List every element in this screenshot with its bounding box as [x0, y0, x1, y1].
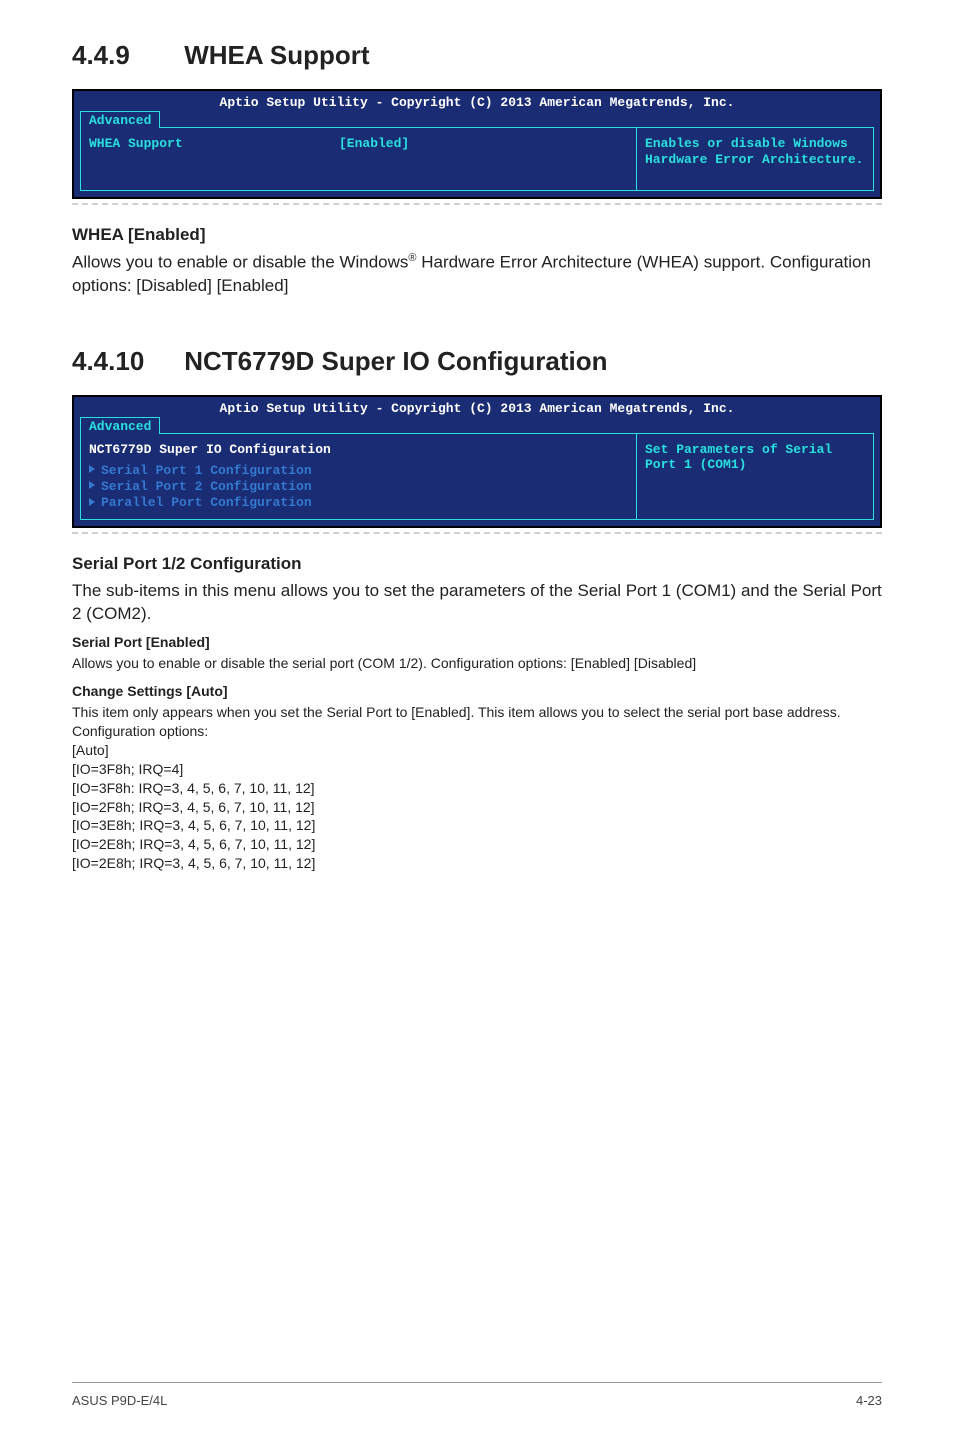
serialport-paragraph: The sub-items in this menu allows you to… — [72, 580, 882, 626]
whea-paragraph: Allows you to enable or disable the Wind… — [72, 251, 882, 298]
bios-help-pane: Enables or disable Windows Hardware Erro… — [637, 128, 873, 190]
change-settings-opt: [IO=2E8h; IRQ=3, 4, 5, 6, 7, 10, 11, 12] — [72, 835, 882, 854]
subheading-serialport: Serial Port 1/2 Configuration — [72, 554, 882, 574]
change-settings-opt: [Auto] — [72, 741, 882, 760]
bios-help-text: Set Parameters of Serial Port 1 (COM1) — [645, 442, 832, 473]
divider — [72, 532, 882, 534]
section-number: 4.4.9 — [72, 40, 177, 71]
section-number: 4.4.10 — [72, 346, 177, 377]
section-title: WHEA Support — [184, 40, 369, 70]
bios-body: NCT6779D Super IO Configuration Serial P… — [80, 433, 874, 521]
bios-menu-serial2[interactable]: Serial Port 2 Configuration — [89, 479, 628, 495]
bios-title-row: Aptio Setup Utility - Copyright (C) 2013… — [74, 91, 880, 110]
bios-title-row: Aptio Setup Utility - Copyright (C) 2013… — [74, 397, 880, 416]
section-heading-4410: 4.4.10 NCT6779D Super IO Configuration — [72, 346, 882, 377]
change-settings-opt: [IO=2E8h; IRQ=3, 4, 5, 6, 7, 10, 11, 12] — [72, 854, 882, 873]
section-title: NCT6779D Super IO Configuration — [184, 346, 607, 376]
bios-menu-serial1[interactable]: Serial Port 1 Configuration — [89, 463, 628, 479]
page-footer: ASUS P9D-E/4L 4-23 — [72, 1382, 882, 1408]
bios-window-4410: Aptio Setup Utility - Copyright (C) 2013… — [72, 395, 882, 529]
whea-text-pre: Allows you to enable or disable the Wind… — [72, 253, 408, 272]
divider — [72, 203, 882, 205]
bios-help-pane: Set Parameters of Serial Port 1 (COM1) — [637, 434, 873, 520]
footer-page-number: 4-23 — [856, 1393, 882, 1408]
bios-option-label: WHEA Support — [89, 136, 339, 151]
sp-enabled-heading: Serial Port [Enabled] — [72, 634, 882, 650]
bios-option-row[interactable]: WHEA Support [Enabled] — [89, 136, 628, 151]
bios-tab-row: Advanced — [74, 110, 880, 127]
change-settings-opt: [IO=2F8h; IRQ=3, 4, 5, 6, 7, 10, 11, 12] — [72, 798, 882, 817]
bios-title-text: Aptio Setup Utility - Copyright (C) 2013… — [80, 95, 874, 110]
bios-help-text: Enables or disable Windows Hardware Erro… — [645, 136, 863, 167]
footer-model: ASUS P9D-E/4L — [72, 1393, 167, 1408]
change-settings-opt: [IO=3F8h; IRQ=4] — [72, 760, 882, 779]
bios-menu-parallel[interactable]: Parallel Port Configuration — [89, 495, 628, 511]
bios-body: WHEA Support [Enabled] Enables or disabl… — [80, 127, 874, 191]
change-settings-paragraph: This item only appears when you set the … — [72, 703, 882, 741]
section-heading-449: 4.4.9 WHEA Support — [72, 40, 882, 71]
bios-title-text: Aptio Setup Utility - Copyright (C) 2013… — [80, 401, 874, 416]
change-settings-heading: Change Settings [Auto] — [72, 683, 882, 699]
bios-left-pane: WHEA Support [Enabled] — [81, 128, 637, 190]
bios-tab-row: Advanced — [74, 416, 880, 433]
change-settings-opt: [IO=3F8h: IRQ=3, 4, 5, 6, 7, 10, 11, 12] — [72, 779, 882, 798]
bios-window-449: Aptio Setup Utility - Copyright (C) 2013… — [72, 89, 882, 199]
bios-left-pane: NCT6779D Super IO Configuration Serial P… — [81, 434, 637, 520]
bios-option-value: [Enabled] — [339, 136, 409, 151]
bios-panel-header: NCT6779D Super IO Configuration — [89, 442, 628, 457]
bios-tab-advanced[interactable]: Advanced — [80, 111, 160, 128]
bios-tab-advanced[interactable]: Advanced — [80, 417, 160, 434]
change-settings-opt: [IO=3E8h; IRQ=3, 4, 5, 6, 7, 10, 11, 12] — [72, 816, 882, 835]
sp-enabled-paragraph: Allows you to enable or disable the seri… — [72, 654, 882, 673]
registered-mark: ® — [408, 252, 416, 264]
subheading-whea: WHEA [Enabled] — [72, 225, 882, 245]
